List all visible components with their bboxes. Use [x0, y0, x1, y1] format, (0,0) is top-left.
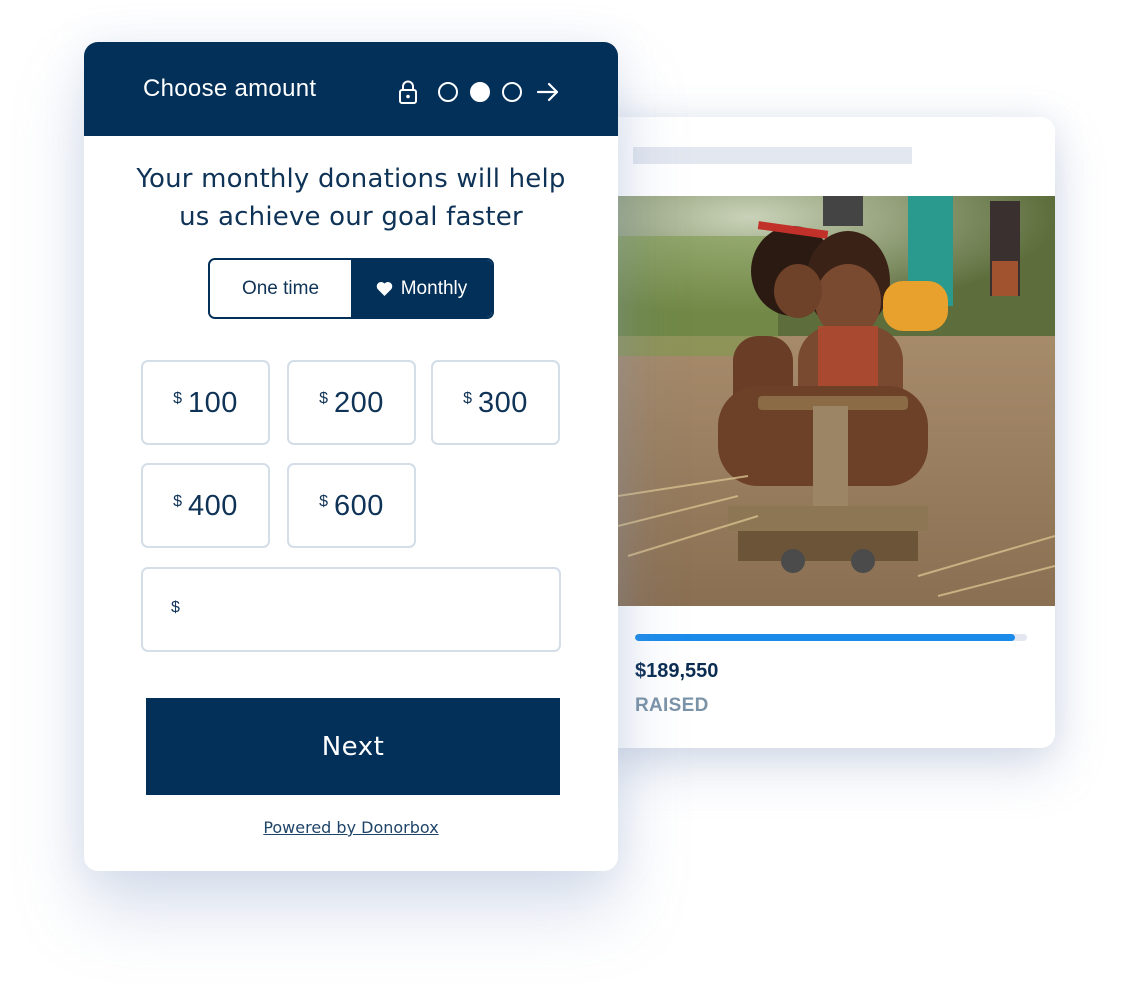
raised-amount: $189,550	[635, 660, 719, 682]
currency-symbol: $	[173, 493, 182, 510]
one-time-label: One time	[241, 277, 320, 299]
raised-label: RAISED	[635, 695, 709, 716]
campaign-title-placeholder	[633, 147, 912, 164]
amount-option-300[interactable]: $ 300	[431, 360, 560, 445]
campaign-card: $189,550 RAISED	[600, 117, 1055, 748]
donation-widget-showcase: $189,550 RAISED Choose amount Your month…	[0, 0, 1128, 997]
fundraising-progress-bar	[635, 634, 1027, 641]
currency-symbol: $	[319, 493, 328, 510]
fundraising-progress-fill	[635, 634, 1016, 641]
amount-option-600[interactable]: $ 600	[287, 463, 416, 548]
intro-line-1: Your monthly donations will help	[136, 164, 566, 194]
currency-symbol: $	[319, 390, 328, 407]
amount-value: 600	[334, 490, 384, 522]
amount-value: 100	[188, 387, 238, 419]
arrow-right-icon[interactable]	[536, 82, 560, 102]
intro-line-2: us achieve our goal faster	[179, 202, 523, 232]
one-time-option[interactable]: One time	[210, 260, 351, 317]
step-dot-3[interactable]	[502, 82, 522, 102]
lock-icon	[399, 80, 417, 104]
frequency-toggle: One time Monthly	[208, 258, 494, 319]
step-dot-1[interactable]	[438, 82, 458, 102]
form-header: Choose amount	[84, 42, 618, 136]
powered-by-link[interactable]: Powered by Donorbox	[84, 818, 618, 837]
intro-message: Your monthly donations will help us achi…	[84, 160, 618, 236]
campaign-photo	[618, 196, 1055, 606]
currency-symbol: $	[171, 599, 180, 616]
amount-value: 200	[334, 387, 384, 419]
donation-form: Choose amount Your monthly donations wil…	[84, 42, 618, 871]
step-indicators	[398, 80, 560, 104]
amount-option-200[interactable]: $ 200	[287, 360, 416, 445]
next-button[interactable]: Next	[146, 698, 560, 795]
custom-amount-field[interactable]: $	[141, 567, 561, 652]
custom-amount-input[interactable]	[187, 596, 559, 623]
step-dot-2-active[interactable]	[470, 82, 490, 102]
form-title: Choose amount	[143, 75, 317, 102]
monthly-label: Monthly	[400, 277, 468, 299]
amount-value: 300	[478, 387, 528, 419]
monthly-option[interactable]: Monthly	[351, 260, 492, 317]
amount-option-400[interactable]: $ 400	[141, 463, 270, 548]
heart-icon	[376, 281, 392, 296]
currency-symbol: $	[463, 390, 472, 407]
amount-value: 400	[188, 490, 238, 522]
amount-option-100[interactable]: $ 100	[141, 360, 270, 445]
currency-symbol: $	[173, 390, 182, 407]
